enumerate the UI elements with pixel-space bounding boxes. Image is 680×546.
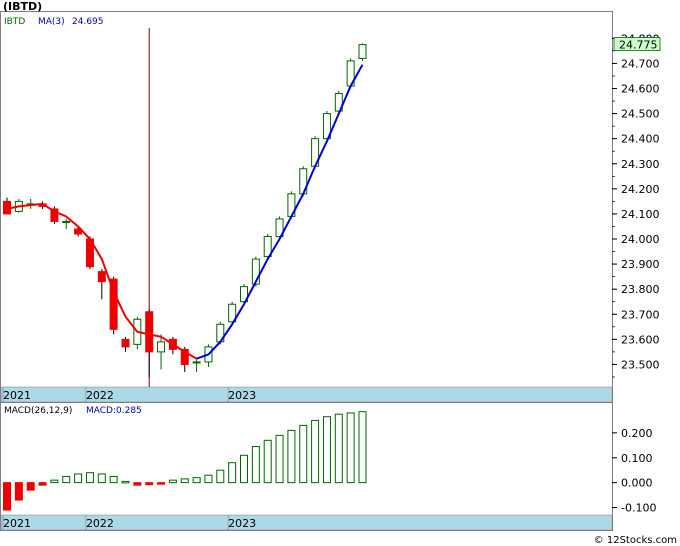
macd-x-axis-label: 2023 bbox=[228, 517, 256, 530]
macd-bar bbox=[192, 477, 201, 484]
macd-bar bbox=[157, 482, 166, 485]
candle bbox=[358, 43, 367, 61]
chart-svg: (IBTD) IBTD MA(3) 24.695 MACD(26,12,9) M… bbox=[0, 0, 677, 546]
macd-y-tick-label: -0.100 bbox=[621, 502, 656, 515]
macd-x-axis-label: 2021 bbox=[3, 517, 31, 530]
macd-bar bbox=[334, 413, 343, 484]
main-y-axis: 23.500 23.600 23.700 23.800 23.900 24.000 24.1… bbox=[612, 32, 660, 378]
macd-x-axis-label: 2022 bbox=[86, 517, 114, 530]
y-tick-label: 24.300 bbox=[621, 158, 660, 171]
macd-bar bbox=[180, 478, 189, 484]
macd-bar bbox=[3, 482, 11, 511]
y-tick-label: 24.500 bbox=[621, 108, 660, 121]
macd-bar bbox=[97, 473, 106, 484]
y-tick-label: 24.200 bbox=[621, 183, 660, 196]
macd-y-tick-label: 0.100 bbox=[621, 452, 653, 465]
macd-bar bbox=[228, 462, 237, 484]
y-tick-label: 24.400 bbox=[621, 133, 660, 146]
macd-bar bbox=[38, 482, 47, 486]
macd-value-label: MACD:0.285 bbox=[86, 406, 142, 416]
last-price-value: 24.775 bbox=[619, 39, 658, 52]
macd-bar bbox=[26, 482, 35, 491]
y-tick-label: 23.500 bbox=[621, 358, 660, 371]
candle-body bbox=[157, 341, 166, 353]
macd-bar bbox=[74, 473, 83, 484]
y-tick-label: 24.700 bbox=[621, 57, 660, 70]
macd-y-axis: -0.100 0.000 0.100 0.200 bbox=[612, 427, 656, 515]
macd-bar bbox=[299, 424, 308, 484]
y-tick-label: 23.900 bbox=[621, 258, 660, 271]
macd-bar bbox=[275, 434, 284, 484]
y-tick-label: 23.700 bbox=[621, 308, 660, 321]
candle-body bbox=[97, 271, 106, 283]
x-axis-label: 2022 bbox=[86, 389, 114, 402]
macd-bar bbox=[109, 475, 118, 484]
macd-bar bbox=[216, 469, 225, 484]
macd-bar bbox=[14, 482, 23, 501]
macd-bar bbox=[240, 454, 248, 484]
last-price-marker: 24.775 bbox=[613, 37, 661, 52]
macd-label: MACD(26,12,9) bbox=[4, 406, 72, 416]
macd-bar bbox=[287, 429, 296, 484]
candle-body bbox=[62, 220, 71, 223]
main-panel-frame bbox=[0, 11, 613, 403]
macd-bar bbox=[168, 479, 177, 484]
macd-bar bbox=[263, 439, 272, 484]
y-tick-label: 24.100 bbox=[621, 208, 660, 221]
y-tick-label: 23.600 bbox=[621, 333, 660, 346]
y-tick-label: 24.600 bbox=[621, 83, 660, 96]
macd-bar bbox=[251, 446, 260, 484]
macd-bar bbox=[50, 479, 59, 484]
candle-body bbox=[192, 361, 201, 364]
x-axis-label: 2021 bbox=[3, 389, 31, 402]
y-tick-label: 23.800 bbox=[621, 283, 660, 296]
chart-title: (IBTD) bbox=[3, 0, 42, 13]
macd-bar bbox=[133, 482, 142, 486]
x-axis-label: 2023 bbox=[228, 389, 256, 402]
y-tick-label: 24.000 bbox=[621, 233, 660, 246]
macd-bar bbox=[85, 472, 94, 484]
macd-bar bbox=[145, 482, 154, 486]
macd-bar bbox=[322, 416, 331, 484]
chart-root: (IBTD) IBTD MA(3) 24.695 MACD(26,12,9) M… bbox=[0, 0, 680, 546]
macd-bar bbox=[204, 474, 213, 484]
candle bbox=[311, 136, 320, 169]
ma-label: MA(3) bbox=[38, 17, 65, 27]
macd-bar bbox=[62, 475, 71, 484]
candle-body bbox=[358, 44, 367, 59]
macd-bar bbox=[121, 480, 130, 484]
macd-bar bbox=[358, 411, 367, 484]
watermark: © 12Stocks.com bbox=[594, 535, 677, 546]
candle-body bbox=[121, 338, 130, 348]
ma-value: 24.695 bbox=[72, 17, 104, 27]
ticker-label: IBTD bbox=[4, 17, 25, 27]
macd-bar bbox=[346, 412, 355, 484]
candle-body bbox=[145, 311, 154, 353]
macd-bar bbox=[311, 419, 320, 484]
macd-y-tick-label: 0.000 bbox=[621, 477, 653, 490]
macd-y-tick-label: 0.200 bbox=[621, 427, 653, 440]
